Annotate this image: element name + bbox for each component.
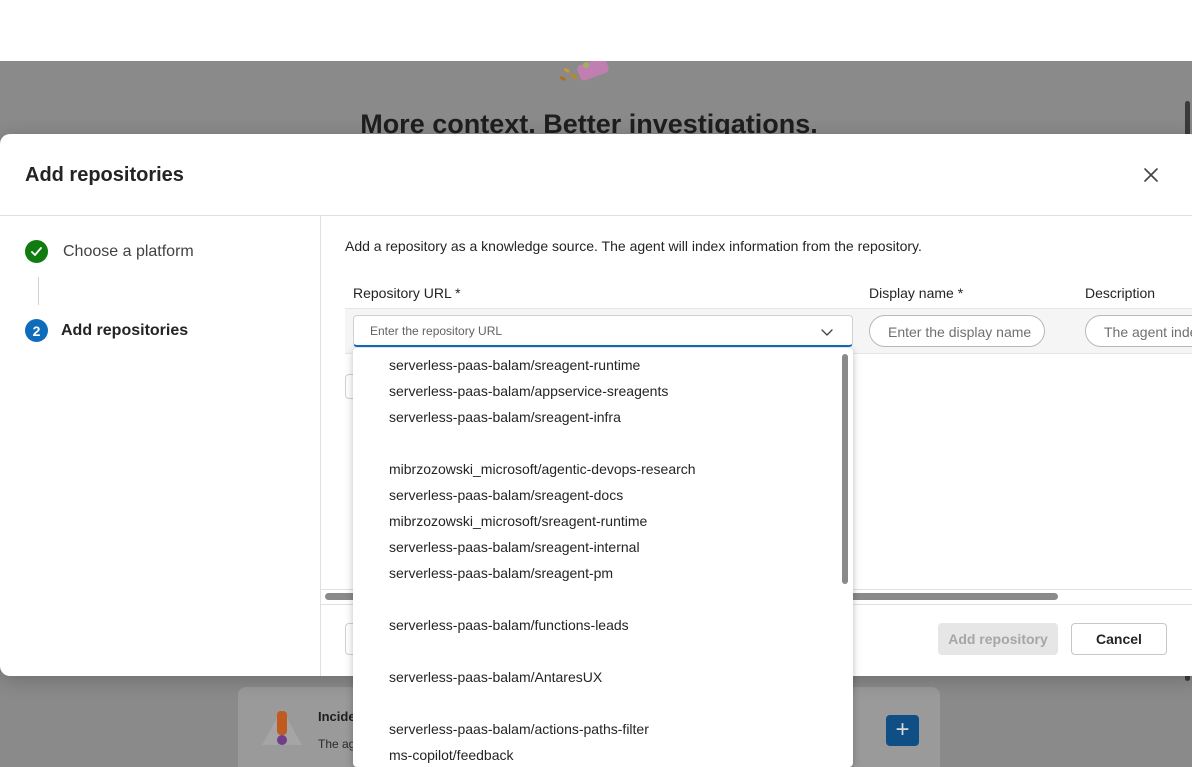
description-label: Description xyxy=(1085,285,1156,301)
repository-url-combobox[interactable]: Enter the repository URL xyxy=(353,315,853,347)
checkmark-icon xyxy=(25,240,48,263)
warning-icon xyxy=(262,709,302,745)
listbox-option[interactable]: serverless-paas-balam/sreagent-docs xyxy=(389,487,623,503)
url-placeholder: Enter the repository URL xyxy=(370,324,503,338)
listbox-option[interactable]: serverless-paas-balam/actions-paths-filt… xyxy=(389,721,649,737)
step-number: 2 xyxy=(25,319,48,342)
step-add-repositories[interactable]: 2 Add repositories xyxy=(25,319,188,342)
listbox-option[interactable]: serverless-paas-balam/sreagent-internal xyxy=(389,539,640,555)
listbox-option[interactable]: serverless-paas-balam/appservice-sreagen… xyxy=(389,383,668,399)
listbox-option[interactable]: serverless-paas-balam/sreagent-pm xyxy=(389,565,613,581)
listbox-option[interactable]: serverless-paas-balam/AntaresUX xyxy=(389,669,602,685)
repository-listbox: serverless-paas-balam/sreagent-runtime s… xyxy=(353,348,853,767)
chevron-down-icon[interactable] xyxy=(820,325,834,339)
cancel-button[interactable]: Cancel xyxy=(1071,623,1167,655)
add-icon-button[interactable]: + xyxy=(886,715,919,746)
listbox-option[interactable]: serverless-paas-balam/sreagent-runtime xyxy=(389,357,640,373)
dialog-title: Add repositories xyxy=(25,164,184,186)
hero-illustration xyxy=(559,61,609,81)
step-label: Choose a platform xyxy=(63,242,194,260)
top-bar xyxy=(0,0,1192,61)
add-repository-button[interactable]: Add repository xyxy=(938,623,1058,655)
display-name-label: Display name * xyxy=(869,285,964,301)
card-title: Incide xyxy=(318,709,356,724)
header-divider xyxy=(0,215,1192,216)
listbox-option[interactable]: ms-copilot/feedback xyxy=(389,747,514,763)
step-connector xyxy=(38,277,39,305)
listbox-scrollbar[interactable] xyxy=(842,354,848,584)
repository-url-label: Repository URL * xyxy=(353,285,461,301)
description-placeholder: The agent indexes xyxy=(1104,324,1192,340)
listbox-option[interactable]: serverless-paas-balam/functions-leads xyxy=(389,617,629,633)
listbox-option[interactable]: serverless-paas-balam/sreagent-infra xyxy=(389,409,621,425)
step-choose-platform[interactable]: Choose a platform xyxy=(25,240,194,263)
intro-text: Add a repository as a knowledge source. … xyxy=(345,238,922,254)
step-label: Add repositories xyxy=(61,321,189,339)
display-name-placeholder: Enter the display name xyxy=(888,324,1032,340)
sidebar-divider xyxy=(320,216,321,676)
card-description: The ag xyxy=(318,737,356,751)
listbox-option[interactable]: mibrzozowski_microsoft/agentic-devops-re… xyxy=(389,461,696,477)
description-field[interactable]: The agent indexes xyxy=(1085,315,1192,347)
listbox-option[interactable]: mibrzozowski_microsoft/sreagent-runtime xyxy=(389,513,647,529)
close-icon[interactable] xyxy=(1138,162,1164,188)
display-name-field[interactable]: Enter the display name xyxy=(869,315,1045,347)
